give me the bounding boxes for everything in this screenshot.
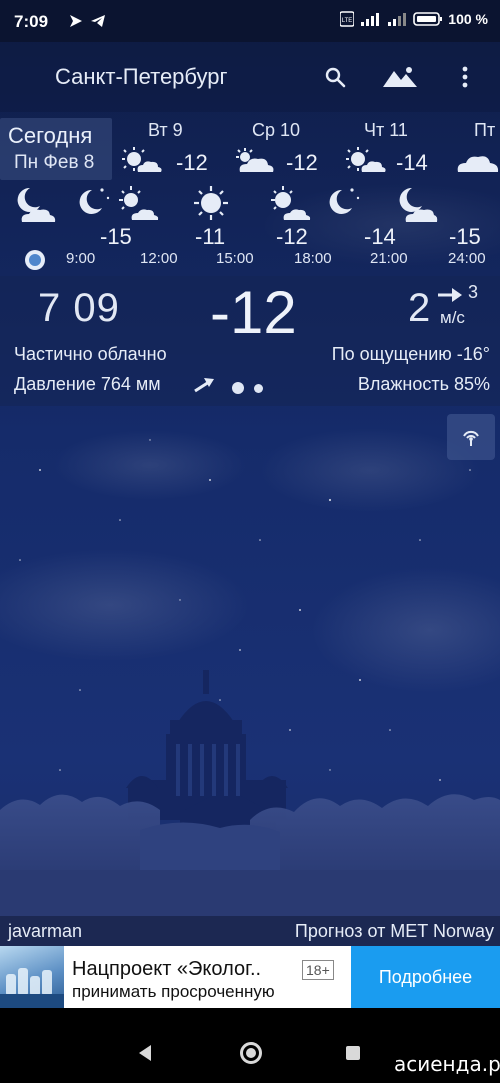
watermark: асиенда.ру [394,1052,500,1076]
city-name[interactable]: Санкт-Петербург [55,64,228,90]
day-name: Пт [474,120,496,140]
home-button[interactable] [240,1042,262,1064]
hour-time: 18:00 [294,250,332,267]
sun-cloud-icon [271,186,311,220]
current-time-marker [25,250,45,270]
wind-gust: 3 [468,282,479,302]
hour-time: 12:00 [140,250,178,267]
recents-button[interactable] [346,1046,360,1060]
moon-star-icon [329,188,360,214]
ad-image [0,946,64,1008]
wind-direction-icon [438,288,462,302]
ad-subtitle: принимать просроченную [72,982,275,1001]
sun-cloud-icon [119,186,159,220]
day-tab-today[interactable]: Сегодня Пн Фев 8 [0,118,112,180]
cloud-sun-icon [236,148,274,172]
ad-age-rating: 18+ [302,960,334,980]
pressure-text: Давление 764 мм [14,374,161,394]
background-image-button[interactable] [382,62,418,92]
hour-temp: -12 [276,224,308,249]
day-temp: -12 [286,150,318,175]
today-label: Сегодня [8,123,93,148]
precipitation-dots [232,382,263,394]
cloud-icon [457,156,499,172]
condition-text: Частично облачно [14,344,167,364]
moon-cloud-icon [399,187,438,222]
ad-title: Нацпроект «Эколог.. [72,958,262,980]
photo-credit[interactable]: javarman [8,921,82,942]
svg-text:LTE: LTE [342,18,353,24]
day-tab-wed[interactable]: Ср 10 -12 [234,120,344,178]
ad-banner[interactable]: Нацпроект «Эколог.. 18+ принимать просро… [0,946,500,1008]
back-icon[interactable] [137,1044,153,1062]
cathedral-silhouette [0,670,500,920]
weather-app-screen: 7:09 LTE 100 % Санкт-Петербург Сегодня П… [0,0,500,1083]
current-conditions-panel[interactable]: 7 09 -12 2 3 м/с Частично облачно По ощу… [0,276,500,406]
day-name: Ср 10 [252,120,301,140]
credits-bar: javarman Прогноз от MET Norway [0,916,500,946]
hour-time: 9:00 [66,250,96,267]
pressure-trend-icon [194,378,214,393]
more-vert-icon [462,66,468,88]
navigation-arrow-icon [70,15,82,27]
search-icon [325,67,346,88]
app-bar: Санкт-Петербург [0,42,500,112]
feels-like-text: По ощущению -16° [331,344,490,364]
telegram-icon [91,15,105,27]
status-bar: 7:09 LTE 100 % [0,0,500,42]
hour-time: 24:00 [448,250,486,267]
mountains-icon [383,67,417,87]
wind-speed: 2 [408,286,431,330]
hour-temp: -11 [195,224,226,249]
sun-cloud-icon [122,147,162,172]
status-time: 7:09 [14,12,49,31]
day-tab-fri[interactable]: Пт [456,120,500,178]
battery-icon [413,12,443,26]
radar-button[interactable] [447,414,495,460]
moon-star-icon [79,188,110,214]
hour-time: 21:00 [370,250,408,267]
radar-icon [463,430,479,446]
hourly-forecast[interactable]: -15 -11 -12 -14 -15 9:00 12:00 15:00 18:… [0,184,500,272]
day-tab-tue[interactable]: Вт 9 -12 [120,120,230,178]
hour-temp: -14 [364,224,396,249]
wind-unit: м/с [440,308,465,327]
moon-cloud-icon [17,187,56,222]
sun-icon [194,186,228,220]
hour-temp: -15 [100,224,132,249]
day-name: Чт 11 [364,120,408,140]
search-button[interactable] [320,62,350,92]
forecast-source[interactable]: Прогноз от MET Norway [295,921,494,942]
hour-temp: -15 [449,224,481,249]
ad-more-button[interactable]: Подробнее [351,946,500,1008]
battery-percent: 100 % [448,11,488,27]
day-temp: -12 [176,150,208,175]
current-temperature: -12 [210,279,297,346]
hour-time: 15:00 [216,250,254,267]
sun-cloud-icon [346,147,386,172]
day-name: Вт 9 [148,120,183,140]
day-tab-thu[interactable]: Чт 11 -14 [344,120,454,178]
humidity-text: Влажность 85% [357,374,490,394]
more-options-button[interactable] [450,62,480,92]
day-temp: -14 [396,150,428,175]
signal-icon [388,13,407,26]
signal-4g-icon [361,13,380,26]
current-clock: 7 09 [38,286,120,330]
today-date: Пн Фев 8 [14,152,95,173]
daily-forecast-strip: Сегодня Пн Фев 8 Вт 9 -12 Ср 10 -12 Чт 1… [0,116,500,180]
volte-icon: LTE [340,11,355,27]
